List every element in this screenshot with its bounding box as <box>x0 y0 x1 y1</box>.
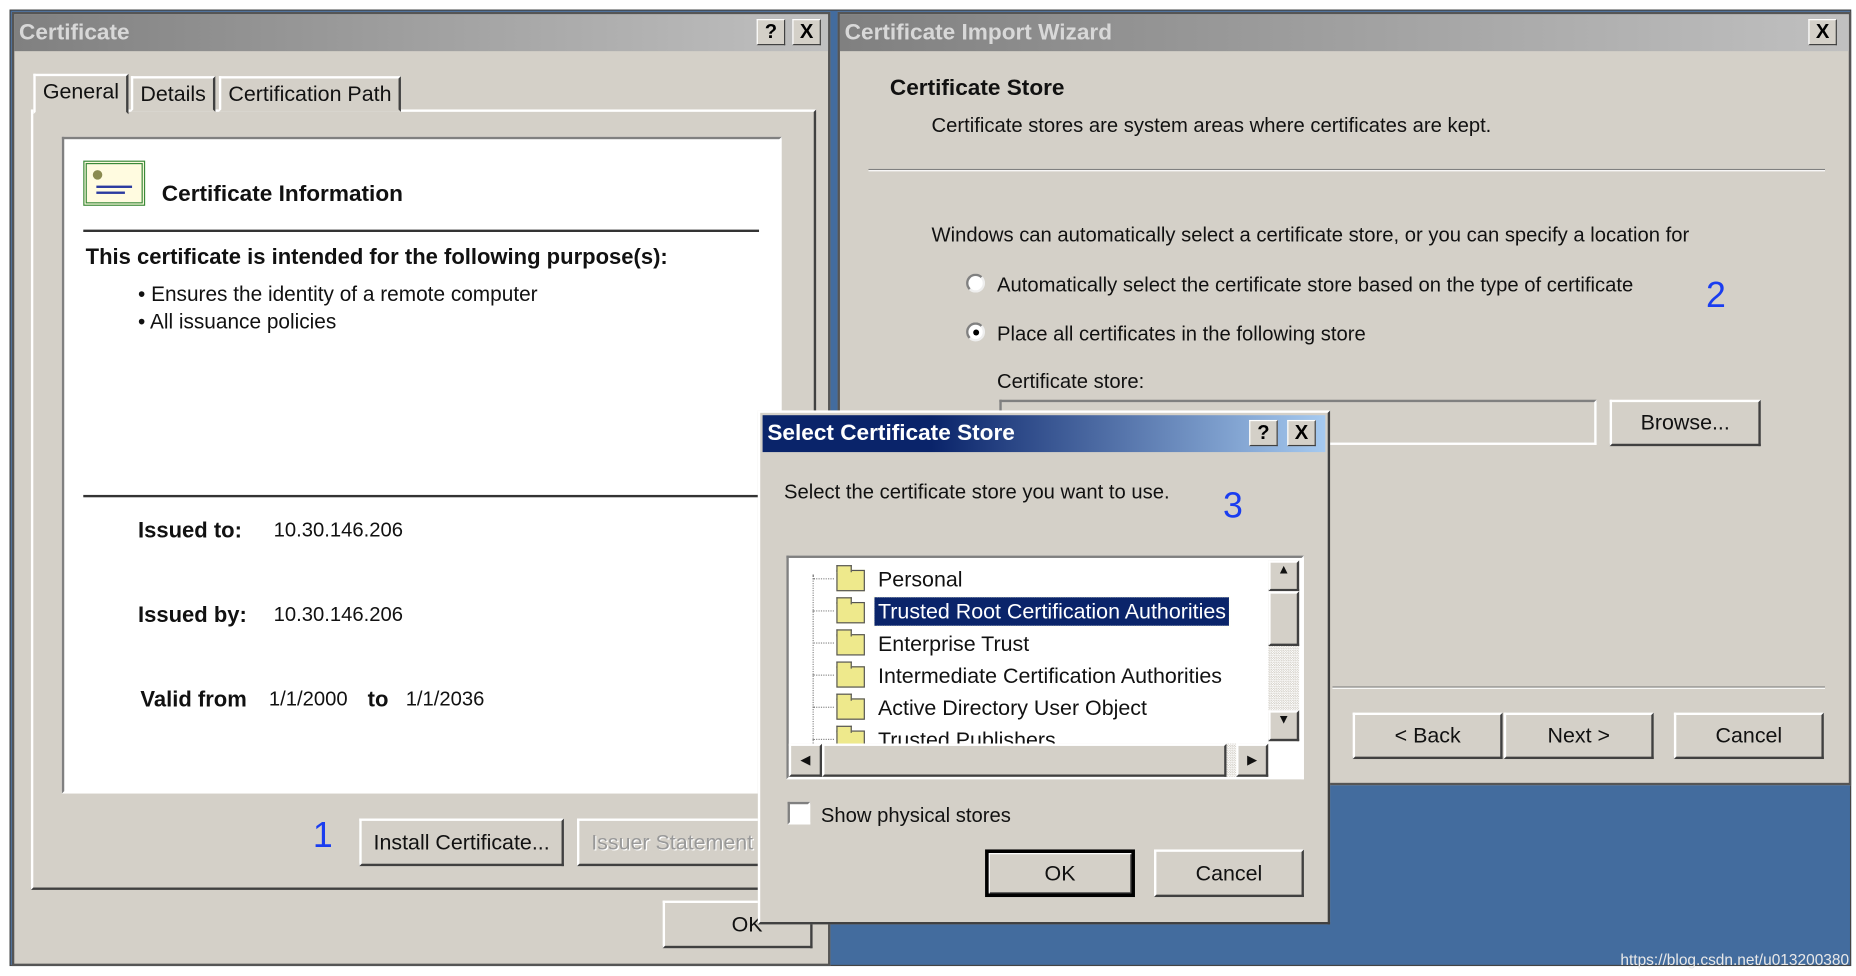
radio-place-label[interactable]: Place all certificates in the following … <box>997 322 1366 346</box>
to-label: to <box>367 686 389 712</box>
divider <box>83 229 760 232</box>
show-physical-label[interactable]: Show physical stores <box>821 804 1011 828</box>
wizard-subheading: Certificate stores are system areas wher… <box>931 114 1492 137</box>
divider <box>1332 686 1825 689</box>
store-item[interactable]: Trusted Root Certification Authorities <box>873 596 1231 627</box>
issued-to-label: Issued to: <box>138 517 242 543</box>
issuer-statement-button[interactable]: Issuer Statement <box>577 818 768 867</box>
select-prompt: Select the certificate store you want to… <box>784 480 1170 504</box>
annotation-3: 3 <box>1223 486 1243 526</box>
vertical-scroll-thumb[interactable] <box>1268 591 1300 647</box>
close-button[interactable]: X <box>792 19 821 46</box>
issued-by-value: 10.30.146.206 <box>273 603 403 626</box>
tree-connector <box>812 706 834 708</box>
title-bar[interactable]: Certificate Import Wizard X <box>839 14 1849 52</box>
install-certificate-button[interactable]: Install Certificate... <box>359 818 564 867</box>
radio-place-all[interactable] <box>966 322 986 342</box>
annotation-2: 2 <box>1706 276 1726 316</box>
radio-auto-select[interactable] <box>966 273 986 293</box>
scroll-left-button[interactable]: ◀ <box>788 743 823 777</box>
ok-button[interactable]: OK <box>985 849 1135 898</box>
title-bar[interactable]: Certificate ? X <box>14 14 829 52</box>
show-physical-checkbox[interactable] <box>787 801 811 825</box>
folder-icon <box>836 597 865 624</box>
horizontal-scroll-thumb[interactable] <box>822 743 1227 777</box>
folder-icon <box>836 661 865 688</box>
annotation-1: 1 <box>312 816 333 856</box>
tab-details[interactable]: Details <box>130 76 216 112</box>
purpose-heading: This certificate is intended for the fol… <box>85 243 668 269</box>
dialog-title: Certificate Import Wizard <box>844 20 1113 46</box>
watermark: https://blog.csdn.net/u013200380 <box>1620 950 1850 969</box>
folder-icon <box>836 693 865 720</box>
folder-icon <box>836 565 865 592</box>
tree-connector <box>812 674 834 676</box>
issued-by-label: Issued by: <box>138 601 247 627</box>
tree-connector <box>812 738 834 740</box>
store-label: Certificate store: <box>996 369 1145 393</box>
tree-connector <box>812 610 834 612</box>
divider <box>868 168 1825 172</box>
browse-button[interactable]: Browse... <box>1609 399 1761 447</box>
cancel-button[interactable]: Cancel <box>1154 849 1304 898</box>
store-item[interactable]: Enterprise Trust <box>874 629 1032 658</box>
title-bar[interactable]: Select Certificate Store ? X <box>762 415 1326 453</box>
close-button[interactable]: X <box>1287 419 1316 447</box>
info-heading: Certificate Information <box>161 182 403 208</box>
horizontal-scroll-track[interactable] <box>1226 743 1237 777</box>
valid-from-value: 1/1/2000 <box>268 687 348 711</box>
store-item[interactable]: Personal <box>874 565 966 594</box>
purpose-item: • All issuance policies <box>138 309 337 334</box>
wizard-intro: Windows can automatically select a certi… <box>931 223 1690 247</box>
help-button[interactable]: ? <box>756 19 786 46</box>
store-tree[interactable]: Personal Trusted Root Certification Autho… <box>786 555 1304 780</box>
valid-to-value: 1/1/2036 <box>405 687 485 711</box>
cancel-button[interactable]: Cancel <box>1673 712 1824 760</box>
store-item[interactable]: Intermediate Certification Authorities <box>874 661 1225 690</box>
scroll-down-button[interactable]: ▼ <box>1268 710 1300 742</box>
back-button[interactable]: < Back <box>1352 712 1503 760</box>
tab-certification-path[interactable]: Certification Path <box>218 76 402 112</box>
tree-lines <box>812 574 814 765</box>
select-store-dialog: Select Certificate Store ? X Select the … <box>757 410 1331 925</box>
purpose-item: • Ensures the identity of a remote compu… <box>138 281 538 306</box>
certificate-dialog: Certificate ? X General Details Certific… <box>11 11 831 967</box>
valid-from-label: Valid from <box>140 686 247 712</box>
next-button[interactable]: Next > <box>1503 712 1654 760</box>
certificate-info-box: Certificate Information This certificate… <box>61 136 782 794</box>
radio-auto-label[interactable]: Automatically select the certificate sto… <box>997 274 1633 298</box>
scroll-right-button[interactable]: ▶ <box>1236 743 1269 777</box>
tree-connector <box>812 578 834 580</box>
close-button[interactable]: X <box>1808 19 1837 46</box>
screen: Certificate ? X General Details Certific… <box>0 0 1856 976</box>
dialog-title: Select Certificate Store <box>767 421 1015 447</box>
dialog-title: Certificate <box>19 20 130 46</box>
wizard-heading: Certificate Store <box>889 76 1065 102</box>
tree-connector <box>812 642 834 644</box>
scroll-up-button[interactable]: ▲ <box>1268 560 1300 592</box>
help-button[interactable]: ? <box>1249 419 1278 447</box>
issued-to-value: 10.30.146.206 <box>273 518 403 542</box>
store-item[interactable]: Active Directory User Object <box>874 694 1150 723</box>
certificate-icon <box>83 160 146 206</box>
folder-icon <box>836 629 865 656</box>
divider <box>83 494 760 498</box>
tab-general[interactable]: General <box>33 73 129 115</box>
